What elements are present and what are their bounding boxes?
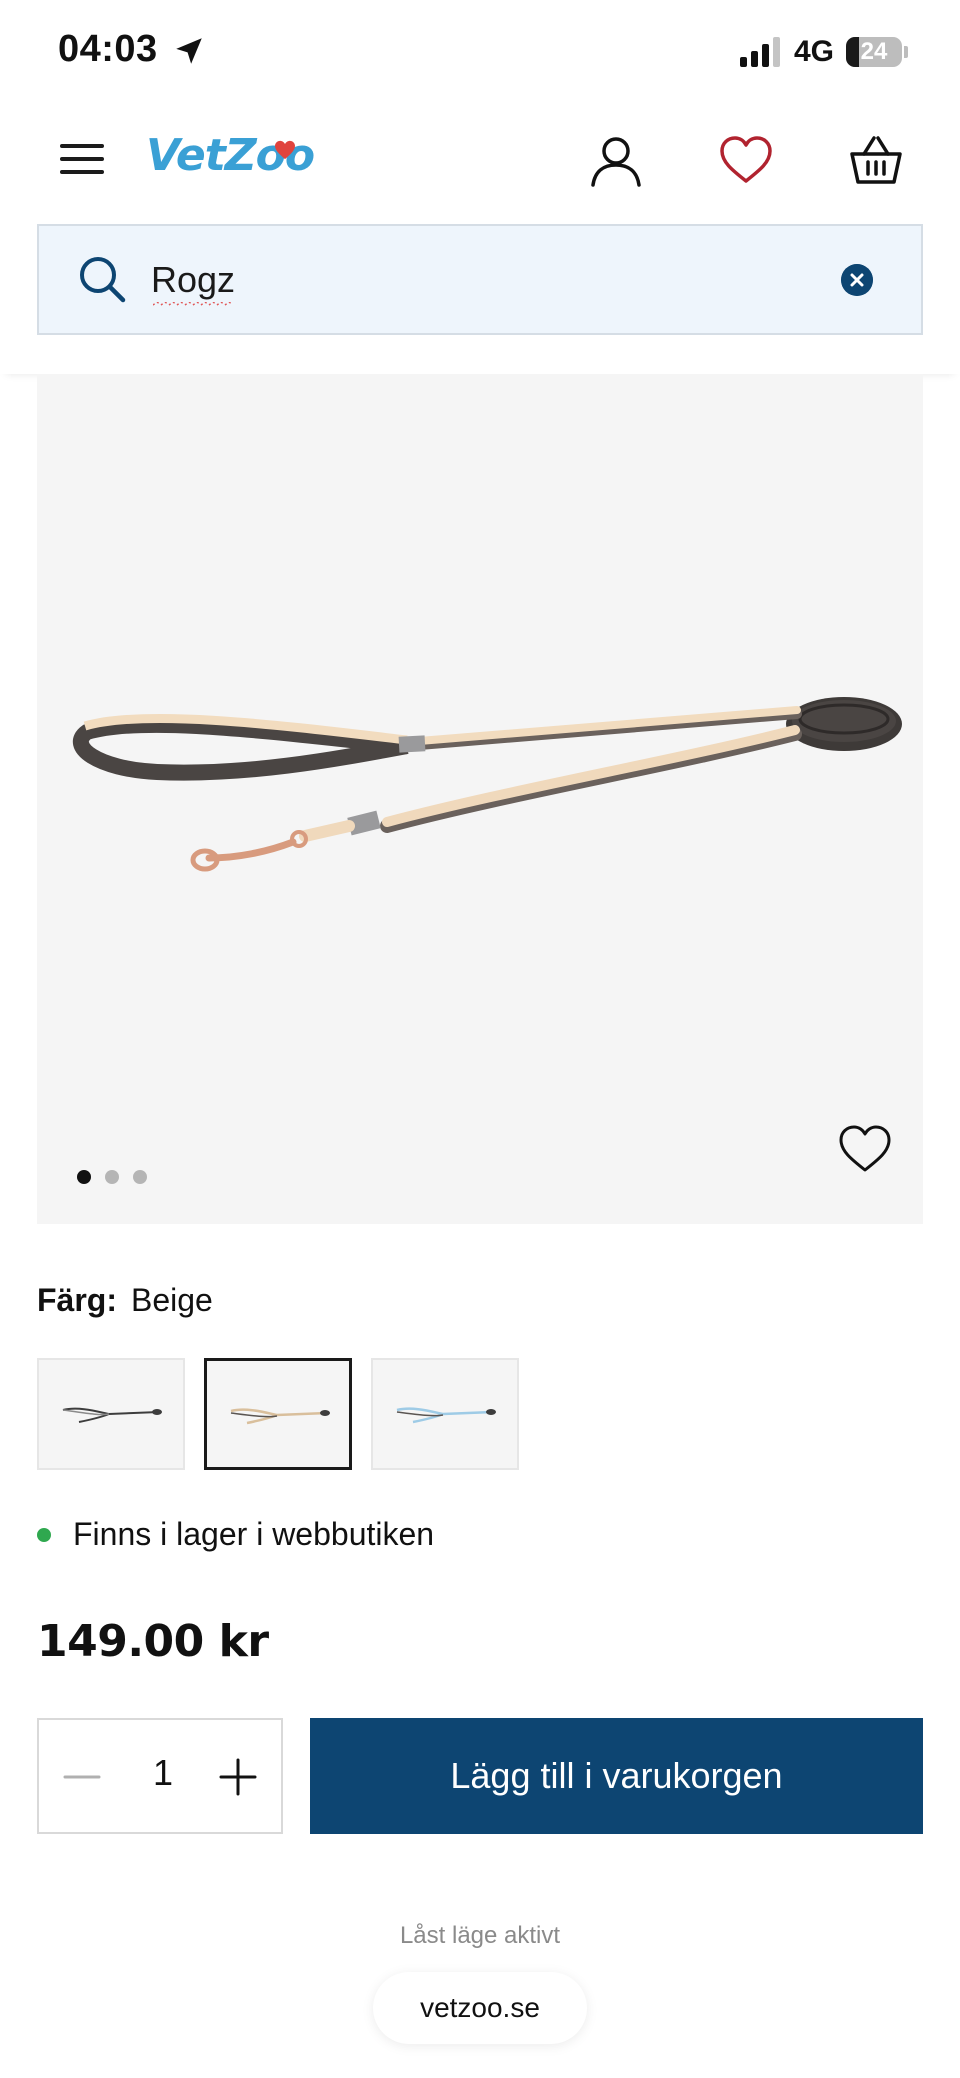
decrease-quantity-button[interactable]: [59, 1754, 105, 1800]
battery-icon: 24: [846, 37, 902, 67]
color-selector-label: Färg: Beige: [37, 1282, 213, 1319]
search-bar[interactable]: [37, 224, 923, 335]
search-input[interactable]: [151, 254, 751, 306]
gallery-dot[interactable]: [133, 1170, 147, 1184]
add-to-wishlist-heart-icon[interactable]: [837, 1122, 893, 1174]
beige-leash-thumbnail: [230, 1408, 330, 1425]
site-header: VetZoo: [0, 104, 960, 374]
search-icon: [80, 257, 126, 303]
lock-mode-text: Låst läge aktivt: [399, 1922, 561, 1949]
battery-percent: 24: [860, 38, 888, 65]
status-bar: 04:03 4G 24: [0, 0, 960, 104]
black-leash-thumbnail: [62, 1407, 162, 1423]
logo-heart-icon: [275, 140, 295, 160]
gallery-pagination: [77, 1170, 147, 1184]
spellcheck-underline: [153, 302, 233, 306]
color-swatch-blue[interactable]: [371, 1358, 519, 1470]
battery-cap: [904, 46, 908, 58]
status-time: 04:03: [58, 28, 158, 70]
color-label: Färg:: [37, 1282, 117, 1318]
add-to-cart-button[interactable]: Lägg till i varukorgen: [310, 1718, 923, 1834]
quantity-value[interactable]: 1: [135, 1752, 191, 1794]
product-image: [73, 697, 902, 872]
gallery-dot[interactable]: [105, 1170, 119, 1184]
clear-search-button[interactable]: [841, 264, 873, 296]
location-arrow-icon: [176, 38, 202, 64]
stock-text: Finns i lager i webbutiken: [73, 1516, 435, 1552]
color-swatch-black[interactable]: [37, 1358, 185, 1470]
color-value: Beige: [131, 1282, 213, 1318]
stock-status: Finns i lager i webbutiken: [37, 1516, 434, 1553]
in-stock-dot-icon: [37, 1527, 51, 1542]
url-bar[interactable]: vetzoo.se: [373, 1972, 587, 2044]
basket-icon[interactable]: [848, 132, 904, 188]
status-right: 4G 24: [739, 34, 908, 70]
signal-icon: [739, 37, 780, 67]
network-type: 4G: [793, 35, 834, 68]
quantity-stepper: 1: [37, 1718, 283, 1834]
gallery-dot[interactable]: [77, 1170, 91, 1184]
product-image-gallery[interactable]: [37, 374, 923, 1224]
increase-quantity-button[interactable]: [215, 1754, 261, 1800]
product-price: 149.00 kr: [37, 1616, 269, 1667]
color-swatch-beige[interactable]: [204, 1358, 352, 1470]
wishlist-heart-icon[interactable]: [718, 132, 774, 188]
account-icon[interactable]: [588, 132, 644, 188]
blue-leash-thumbnail: [396, 1407, 496, 1424]
menu-icon[interactable]: [60, 140, 106, 178]
